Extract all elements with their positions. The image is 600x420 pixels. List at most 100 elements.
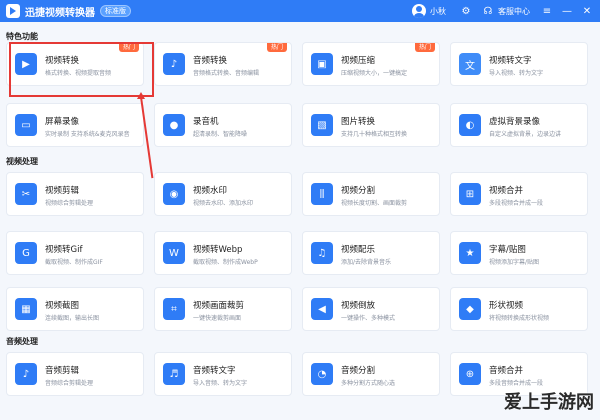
- tool-card[interactable]: ▦ 视频截图连续截图，输出长图: [6, 287, 144, 331]
- screenshot-icon: ▦: [15, 298, 37, 320]
- tool-name: 图片转换: [341, 117, 376, 127]
- hot-badge: 热门: [266, 43, 287, 52]
- tool-description: 连续截图，输出长图: [45, 315, 100, 322]
- tool-name: 音频剪辑: [45, 366, 80, 376]
- tool-description: 添加/去除背景音乐: [341, 259, 392, 266]
- tool-name: 视频合并: [489, 186, 524, 196]
- section-title: 视频处理: [6, 157, 38, 166]
- video-merge-icon: ⊞: [459, 183, 481, 205]
- service-center-link[interactable]: 客服中心: [498, 6, 530, 17]
- watermark-icon: ◉: [163, 183, 185, 205]
- tool-card[interactable]: ⫼ 视频分割视频长度切割、画面裁剪: [302, 172, 440, 216]
- settings-icon[interactable]: ⚙: [460, 6, 472, 17]
- tool-description: 一键操作、多种模式: [341, 315, 396, 322]
- tool-card[interactable]: ♪ 音频剪辑音频综合剪辑处理: [6, 352, 144, 396]
- tool-description: 一键快速裁剪画面: [193, 315, 242, 322]
- tool-card[interactable]: ♫ 视频配乐 添加/去除背景音乐: [302, 231, 440, 275]
- gif-icon: G: [15, 242, 37, 264]
- watermark: 爱上手游网: [504, 392, 594, 413]
- tool-name: 视频画面裁剪: [193, 301, 245, 311]
- menu-icon[interactable]: ≡: [540, 6, 554, 17]
- headset-icon[interactable]: ☊: [482, 6, 494, 17]
- tool-name: 音频转换: [193, 56, 228, 66]
- tool-description: 多段视频合并成一段: [489, 200, 544, 207]
- tool-name: 视频转Gif: [45, 245, 83, 255]
- app-logo-icon: [6, 4, 20, 18]
- tool-description: 音频格式转换、音频编辑: [193, 70, 260, 77]
- tool-description: 截取视频、制作成GIF: [45, 259, 103, 266]
- tool-name: 视频转文字: [489, 56, 532, 66]
- audio-merge-icon: ⊕: [459, 363, 481, 385]
- minimize-icon[interactable]: —: [560, 6, 574, 17]
- tool-description: 多种分割方式随心选: [341, 380, 396, 387]
- tool-card[interactable]: ⌗ 视频画面裁剪 一键快速裁剪画面: [154, 287, 292, 331]
- video-to-text-icon: 文: [459, 53, 481, 75]
- webp-icon: W: [163, 242, 185, 264]
- tool-description: 自定义虚拟背景，边录边讲: [489, 131, 562, 138]
- tool-card[interactable]: ✂ 视频剪辑 视频综合剪辑处理: [6, 172, 144, 216]
- tool-name: 视频倒放: [341, 301, 376, 311]
- version-badge[interactable]: 标准版: [100, 5, 131, 17]
- annotation-arrow-head: [137, 92, 145, 99]
- tool-card[interactable]: W 视频转Webp 截取视频、制作成WebP: [154, 231, 292, 275]
- tool-card[interactable]: ◉ 视频水印视频去水印、添加水印: [154, 172, 292, 216]
- tool-name: 视频截图: [45, 301, 80, 311]
- tool-card[interactable]: ♪ 音频转换音频格式转换、音频编辑 热门: [154, 42, 292, 86]
- tool-description: 将视频转换成形状视频: [489, 315, 550, 322]
- section-title: 特色功能: [6, 32, 38, 41]
- audio-convert-icon: ♪: [163, 53, 185, 75]
- username[interactable]: 小秋: [430, 6, 446, 17]
- tool-name: 虚拟背景录像: [489, 117, 541, 127]
- tool-description: 视频去水印、添加水印: [193, 200, 254, 207]
- tool-description: 截取视频、制作成WebP: [193, 259, 258, 266]
- video-compress-icon: ▣: [311, 53, 333, 75]
- subtitle-icon: ★: [459, 242, 481, 264]
- tool-description: 压缩视频大小，一键搞定: [341, 70, 408, 77]
- tool-name: 视频转Webp: [193, 245, 243, 255]
- audio-split-icon: ◔: [311, 363, 333, 385]
- tool-card[interactable]: G 视频转Gif 截取视频、制作成GIF: [6, 231, 144, 275]
- tool-name: 音频合并: [489, 366, 524, 376]
- tool-card[interactable]: ▣ 视频压缩 压缩视频大小，一键搞定 热门: [302, 42, 440, 86]
- video-edit-icon: ✂: [15, 183, 37, 205]
- close-icon[interactable]: ✕: [580, 6, 594, 17]
- audio-edit-icon: ♪: [15, 363, 37, 385]
- tool-description: 超清录制、智能降噪: [193, 131, 248, 138]
- tool-card[interactable]: ▧ 图片转换支持几十种格式相互转换: [302, 103, 440, 147]
- tool-description: 视频长度切割、画面裁剪: [341, 200, 408, 207]
- tool-card[interactable]: ◀ 视频倒放一键操作、多种模式: [302, 287, 440, 331]
- app-title: 迅捷视频转换器: [25, 7, 95, 19]
- reverse-icon: ◀: [311, 298, 333, 320]
- tool-description: 音频综合剪辑处理: [45, 380, 94, 387]
- tool-card[interactable]: ⊞ 视频合并多段视频合并成一段: [450, 172, 588, 216]
- tool-name: 视频压缩: [341, 56, 376, 66]
- tool-name: 字幕/贴图: [489, 245, 526, 255]
- avatar[interactable]: [412, 4, 426, 18]
- tool-card[interactable]: ◆ 形状视频 将视频转换成形状视频: [450, 287, 588, 331]
- tool-card[interactable]: ▭ 屏幕录像 实时录制 支持系统&麦克风录音: [6, 103, 144, 147]
- tool-card[interactable]: ● 录音机 超清录制、智能降噪: [154, 103, 292, 147]
- tool-card[interactable]: ◐ 虚拟背景录像 自定义虚拟背景，边录边讲: [450, 103, 588, 147]
- tool-description: 导入视频、转为文字: [489, 70, 544, 77]
- tool-card[interactable]: ♬ 音频转文字 导入音频、转为文字: [154, 352, 292, 396]
- tool-name: 音频转文字: [193, 366, 236, 376]
- tool-name: 视频剪辑: [45, 186, 80, 196]
- tool-name: 视频分割: [341, 186, 376, 196]
- tool-name: 形状视频: [489, 301, 524, 311]
- video-split-icon: ⫼: [311, 183, 333, 205]
- screen-record-icon: ▭: [15, 114, 37, 136]
- tool-card[interactable]: ★ 字幕/贴图 视频添加字幕/贴图: [450, 231, 588, 275]
- audio-to-text-icon: ♬: [163, 363, 185, 385]
- section-title: 音频处理: [6, 337, 38, 346]
- title-bar-controls: 小秋 ⚙ ☊ 客服中心 ≡ — ✕: [412, 0, 600, 22]
- image-convert-icon: ▧: [311, 114, 333, 136]
- tool-description: 支持几十种格式相互转换: [341, 131, 408, 138]
- recorder-icon: ●: [163, 114, 185, 136]
- tool-card[interactable]: ◔ 音频分割 多种分割方式随心选: [302, 352, 440, 396]
- title-bar: 迅捷视频转换器 标准版 小秋 ⚙ ☊ 客服中心 ≡ — ✕: [0, 0, 600, 22]
- tool-description: 实时录制 支持系统&麦克风录音: [45, 131, 130, 138]
- crop-icon: ⌗: [163, 298, 185, 320]
- music-icon: ♫: [311, 242, 333, 264]
- tool-name: 视频水印: [193, 186, 228, 196]
- tool-card[interactable]: 文视频转文字导入视频、转为文字: [450, 42, 588, 86]
